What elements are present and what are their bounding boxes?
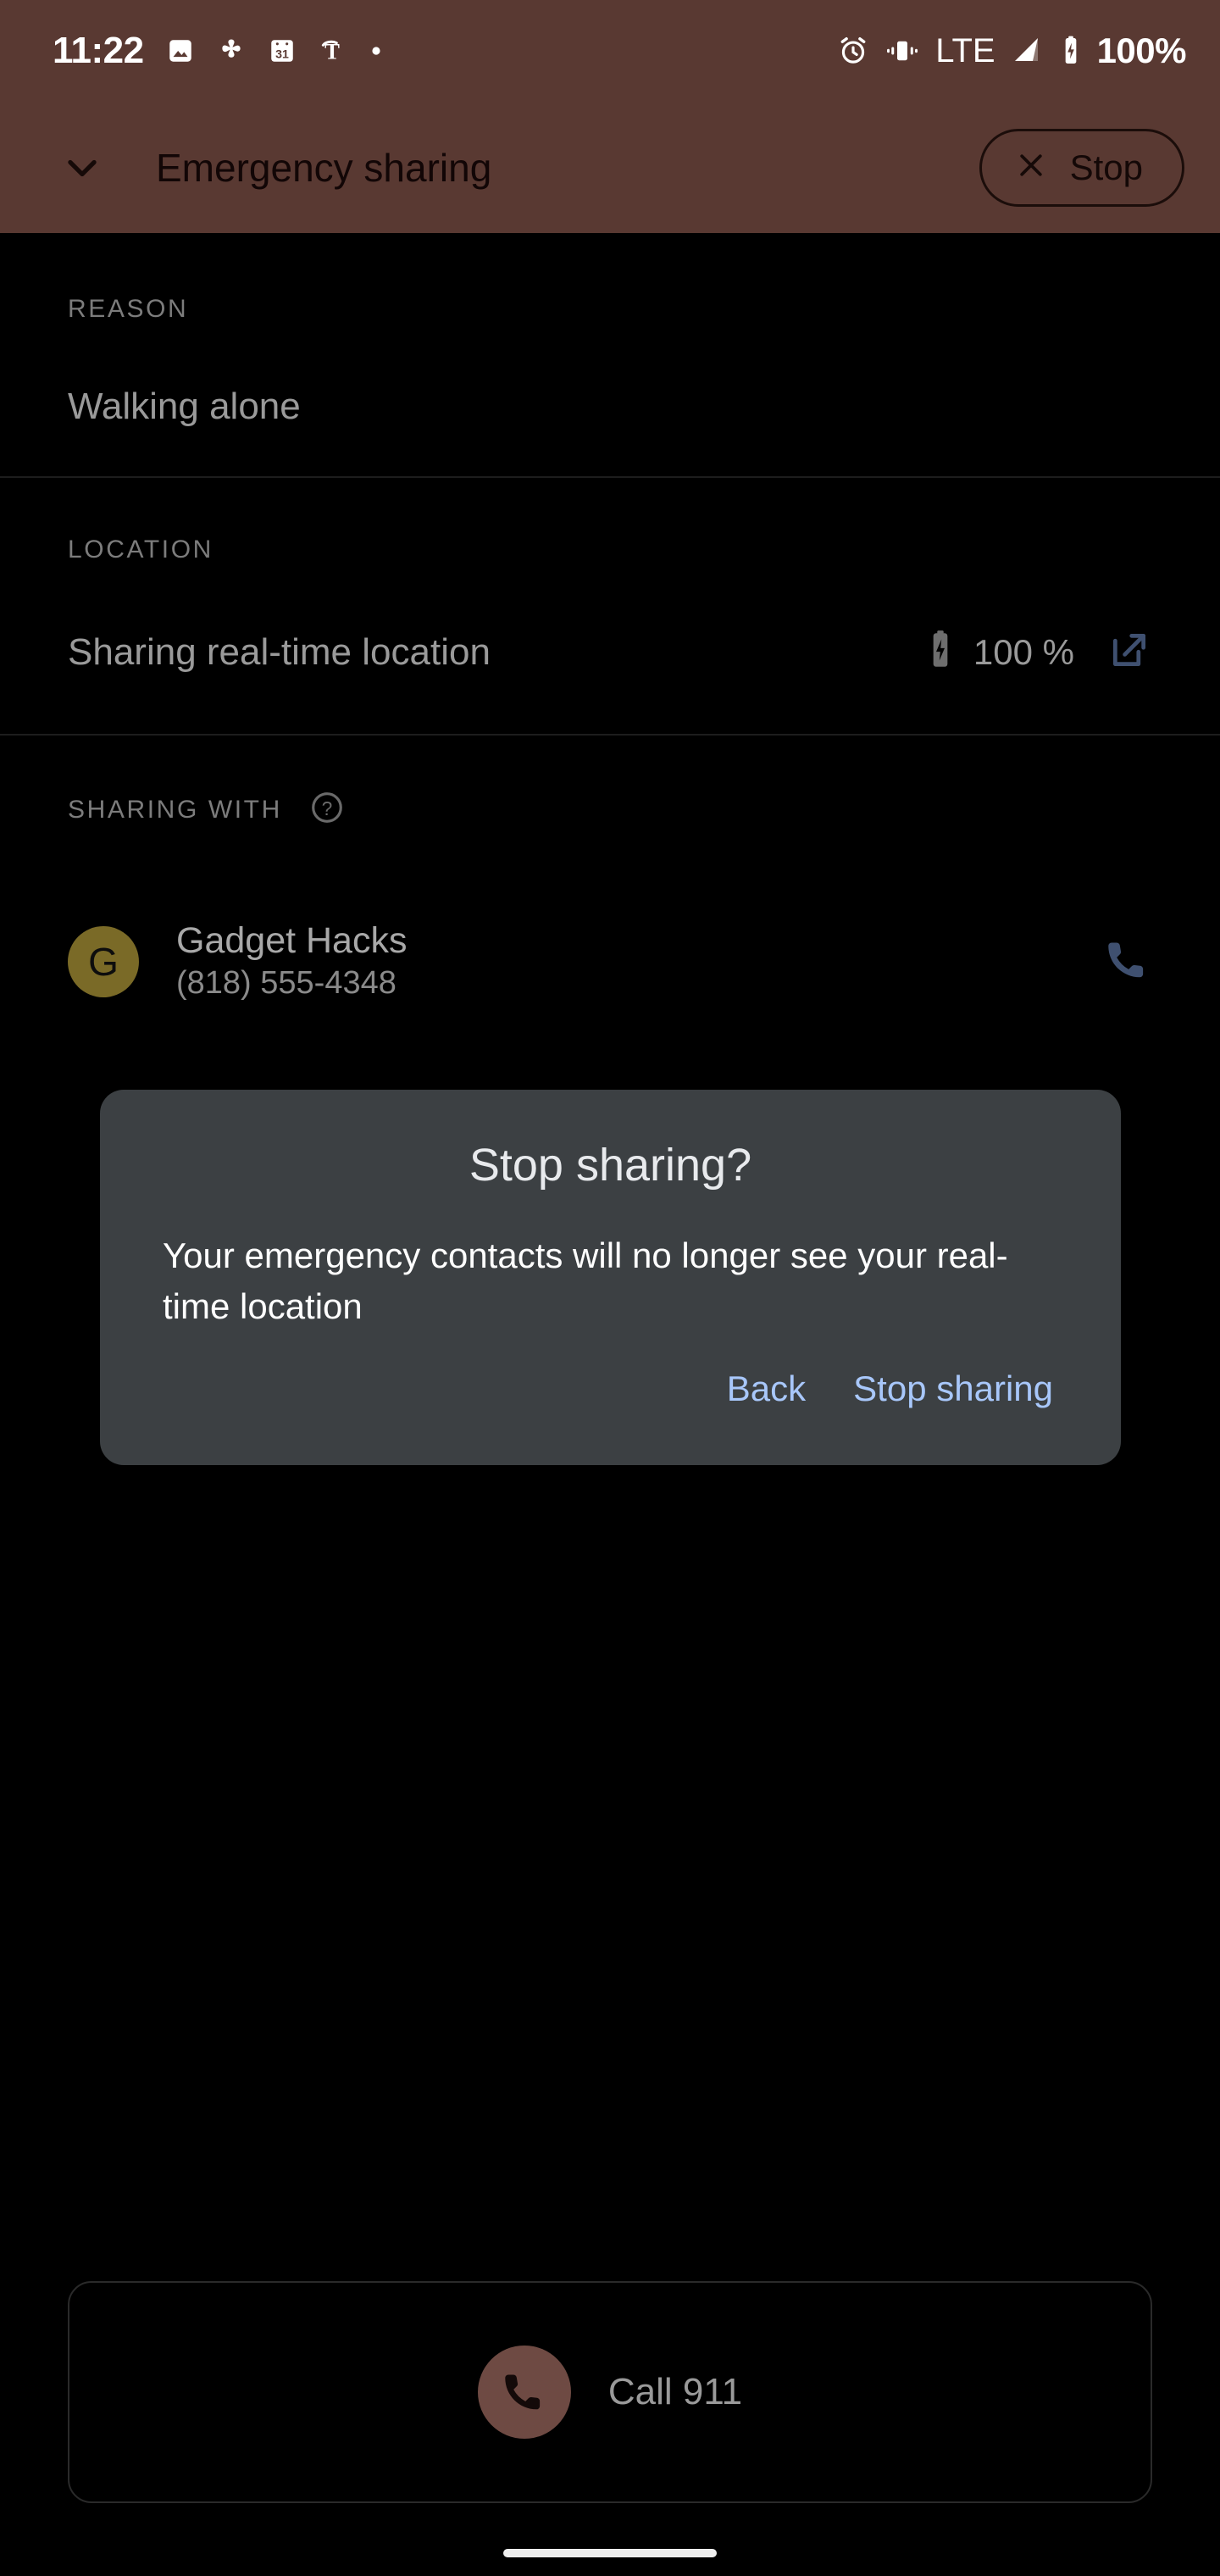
photos-icon: [166, 36, 195, 65]
status-bar: 11:22 31 T LTE 100%: [0, 0, 1220, 102]
phone-icon[interactable]: [1103, 935, 1152, 989]
back-button[interactable]: Back: [727, 1368, 806, 1409]
reason-section: REASON: [0, 295, 1220, 324]
dialog-body-text: Your emergency contacts will no longer s…: [163, 1235, 1008, 1326]
stop-button-label: Stop: [1069, 147, 1143, 187]
contact-text: Gadget Hacks (818) 555-4348: [176, 919, 407, 1004]
phone-icon: [477, 2346, 571, 2439]
list-item[interactable]: G Gadget Hacks (818) 555-4348: [68, 919, 1152, 1004]
status-time: 11:22: [53, 30, 144, 71]
status-bar-left: 11:22 31 T: [53, 30, 385, 72]
contact-info: G Gadget Hacks (818) 555-4348: [68, 919, 407, 1004]
open-in-new-icon[interactable]: [1106, 627, 1152, 677]
reason-value: Walking alone: [68, 386, 301, 427]
contact-phone: (818) 555-4348: [176, 964, 396, 1001]
asterisk-icon: [217, 36, 246, 65]
dot-icon: [368, 42, 385, 59]
location-value: Sharing real-time location: [68, 630, 491, 673]
svg-text:?: ?: [322, 797, 333, 819]
status-bar-right: LTE 100%: [837, 31, 1187, 71]
sharing-with-label: SHARING WITH: [68, 795, 282, 824]
call-911-label: Call 911: [607, 2371, 743, 2412]
avatar: G: [68, 926, 139, 998]
battery-percent-label: 100%: [1096, 31, 1187, 70]
battery-charging-icon: [1060, 35, 1082, 67]
home-gesture-pill[interactable]: [503, 2549, 717, 2557]
app-header: Emergency sharing Stop: [0, 102, 1220, 233]
battery-charging-icon: [926, 629, 955, 675]
alarm-icon: [837, 35, 869, 67]
signal-bars-icon: [1011, 36, 1045, 66]
divider-reason: [0, 476, 1220, 478]
stop-sharing-dialog: Stop sharing? Your emergency contacts wi…: [100, 1090, 1121, 1466]
reason-value-row[interactable]: Walking alone: [0, 386, 1220, 428]
phone-screen: 11:22 31 T LTE 100% Emergency sharing St…: [0, 0, 1220, 2576]
location-battery-percent: 100 %: [973, 631, 1074, 672]
location-battery-group: 100 %: [926, 627, 1152, 677]
location-value-row: Sharing real-time location 100 %: [0, 627, 1220, 677]
location-section: LOCATION: [0, 536, 1220, 564]
svg-text:31: 31: [275, 48, 289, 62]
reason-section-label: REASON: [68, 295, 189, 323]
help-circle-icon[interactable]: ?: [309, 790, 345, 830]
location-section-label: LOCATION: [68, 536, 214, 564]
divider-location: [0, 734, 1220, 736]
stop-sharing-header-button[interactable]: Stop: [979, 128, 1184, 207]
dialog-actions: Back Stop sharing: [163, 1368, 1058, 1431]
close-icon: [1014, 148, 1048, 186]
dialog-title: Stop sharing?: [469, 1140, 752, 1191]
lte-label: LTE: [935, 31, 995, 69]
calendar-31-icon: 31: [268, 36, 297, 65]
sharing-with-section: SHARING WITH ?: [0, 790, 1220, 830]
page-title: Emergency sharing: [156, 145, 492, 190]
contact-list: G Gadget Hacks (818) 555-4348: [0, 919, 1220, 1004]
contact-name: Gadget Hacks: [176, 920, 408, 961]
stop-sharing-confirm-button[interactable]: Stop sharing: [853, 1368, 1053, 1409]
vibrate-icon: [884, 36, 920, 65]
call-911-button[interactable]: Call 911: [68, 2281, 1152, 2503]
nytimes-icon: T: [319, 36, 346, 65]
chevron-down-icon[interactable]: [53, 138, 112, 197]
